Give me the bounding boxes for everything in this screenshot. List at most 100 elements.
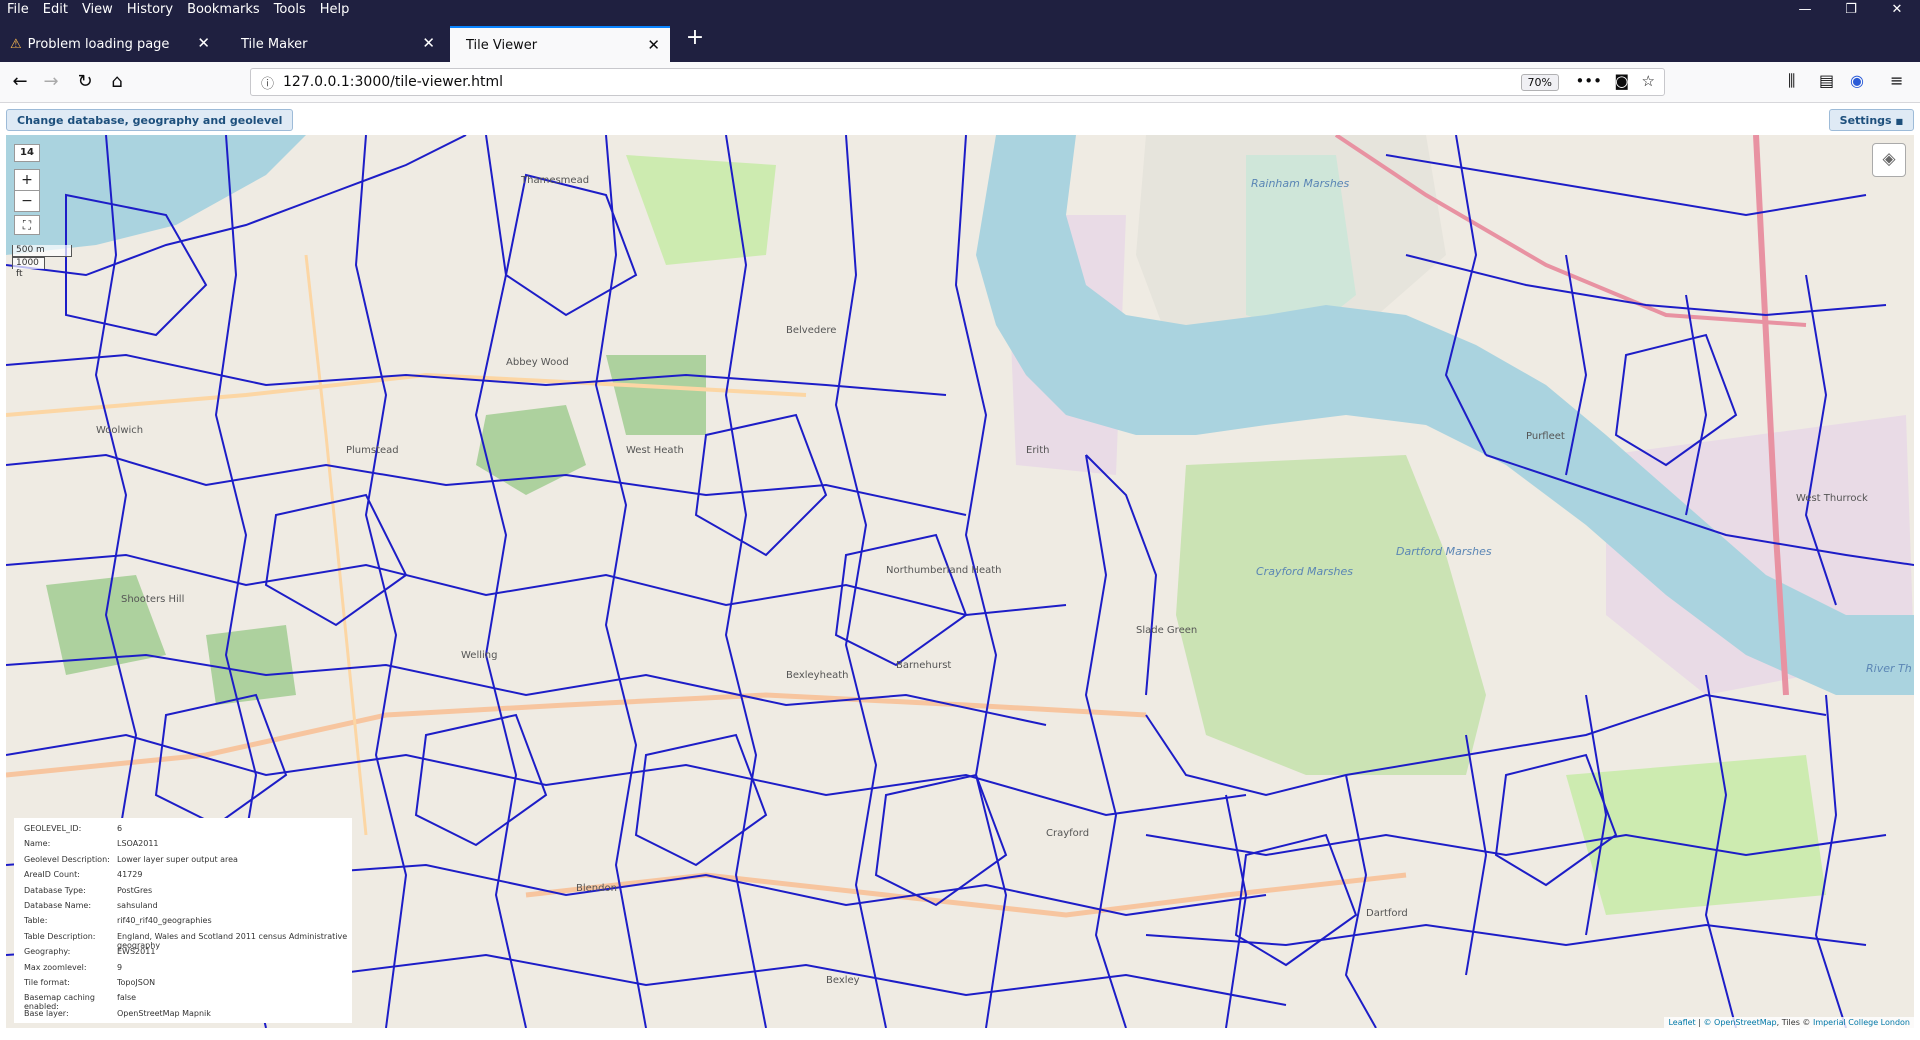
close-icon[interactable]: ✕ — [647, 36, 660, 54]
info-value: 6 — [117, 824, 123, 833]
info-value: Lower layer super output area — [117, 854, 238, 864]
page-actions-icon[interactable]: ••• — [1575, 72, 1602, 90]
menu-view[interactable]: View — [75, 0, 120, 20]
info-value: rif40_rif40_geographies — [117, 916, 212, 926]
tab-title: Tile Viewer — [466, 37, 538, 53]
info-row: Name: LSOA2011 — [14, 839, 352, 854]
water-label: Rainham Marshes — [1251, 177, 1350, 190]
menu-icon[interactable]: ≡ — [1890, 71, 1903, 90]
info-key: GEOLEVEL_ID: — [24, 824, 82, 833]
info-key: Database Type: — [24, 885, 86, 895]
navigation-bar: ← → ↻ ⌂ ⓘ 127.0.0.1:3000/tile-viewer.htm… — [0, 62, 1920, 103]
minimize-button[interactable]: — — [1782, 0, 1828, 20]
place-label: Welling — [461, 650, 498, 661]
place-label: Belvedere — [786, 325, 837, 336]
park-area-3 — [206, 625, 296, 705]
info-key: Base layer: — [24, 1008, 69, 1018]
menu-help[interactable]: Help — [313, 0, 357, 20]
tab-tile-maker[interactable]: Tile Maker ✕ — [225, 26, 445, 62]
zoom-indicator[interactable]: 70% — [1520, 74, 1559, 91]
reload-icon[interactable]: ↻ — [73, 70, 97, 94]
zoom-out-button[interactable]: − — [14, 190, 40, 212]
close-icon[interactable]: ✕ — [197, 34, 210, 52]
tab-problem-loading[interactable]: ⚠ Problem loading page ✕ — [0, 26, 220, 62]
place-label: Plumstead — [346, 445, 399, 456]
osm-link[interactable]: © OpenStreetMap — [1703, 1018, 1776, 1027]
app-toolbar: Change database, geography and geolevel … — [0, 103, 1920, 135]
info-row: Basemap caching enabled: false — [14, 993, 352, 1011]
tab-title: Problem loading page — [27, 36, 170, 52]
place-label: Woolwich — [96, 425, 144, 436]
scale-imperial: 1000 ft — [12, 257, 45, 279]
info-value: sahsuland — [117, 900, 158, 910]
info-value: TopoJSON — [117, 977, 156, 987]
info-row: Database Type: PostGres — [14, 886, 352, 901]
zoom-in-button[interactable]: + — [14, 169, 40, 191]
place-label: Erith — [1026, 445, 1050, 456]
forward-arrow-icon[interactable]: → — [39, 70, 63, 94]
info-row: AreaID Count: 41729 — [14, 870, 352, 885]
info-row: Max zoomlevel: 9 — [14, 963, 352, 978]
close-icon[interactable]: ✕ — [422, 34, 435, 52]
url-bar[interactable]: ⓘ 127.0.0.1:3000/tile-viewer.html 70% ••… — [250, 68, 1665, 96]
info-value: LSOA2011 — [117, 839, 159, 849]
place-label: Crayford — [1046, 828, 1090, 839]
pocket-icon[interactable]: ◙ — [1614, 72, 1629, 90]
info-key: Database Name: — [24, 900, 92, 910]
change-database-button[interactable]: Change database, geography and geolevel — [6, 109, 294, 131]
place-label: Blendon — [576, 883, 617, 894]
back-arrow-icon[interactable]: ← — [8, 70, 32, 94]
info-key: Geolevel Description: — [24, 854, 110, 864]
info-row: Table Description: England, Wales and Sco… — [14, 931, 352, 950]
restore-button[interactable]: ❐ — [1828, 0, 1874, 20]
tab-tile-viewer[interactable]: Tile Viewer ✕ — [450, 26, 670, 62]
info-key: Table: — [24, 916, 48, 926]
place-label: Barnehurst — [896, 660, 952, 671]
info-key: Tile format: — [24, 977, 70, 987]
info-row: Base layer: OpenStreetMap Mapnik — [14, 1009, 352, 1024]
leaflet-link[interactable]: Leaflet — [1668, 1018, 1695, 1027]
menu-bookmarks[interactable]: Bookmarks — [180, 0, 267, 20]
menu-history[interactable]: History — [120, 0, 180, 20]
water-label: Dartford Marshes — [1396, 545, 1492, 558]
bookmark-star-icon[interactable]: ☆ — [1642, 72, 1655, 90]
info-key: AreaID Count: — [24, 870, 80, 880]
info-value: 41729 — [117, 870, 143, 880]
window-controls: — ❐ ✕ — [1782, 0, 1920, 20]
home-icon[interactable]: ⌂ — [105, 70, 129, 94]
info-value: EWS2011 — [117, 947, 156, 957]
info-value: PostGres — [117, 885, 153, 895]
settings-button[interactable]: Settings ■ — [1828, 109, 1914, 131]
new-tab-button[interactable]: + — [680, 25, 710, 50]
tab-title: Tile Maker — [241, 36, 308, 52]
settings-label: Settings — [1839, 114, 1892, 127]
map-container[interactable]: Woolwich Plumstead Abbey Wood Thamesmead… — [6, 135, 1914, 1028]
menu-file[interactable]: File — [0, 0, 36, 20]
menubar: File Edit View History Bookmarks Tools H… — [0, 0, 1920, 20]
place-label: Abbey Wood — [506, 357, 569, 368]
menu-edit[interactable]: Edit — [36, 0, 75, 20]
warning-icon: ⚠ — [10, 36, 22, 52]
close-window-button[interactable]: ✕ — [1874, 0, 1920, 20]
url-text[interactable]: 127.0.0.1:3000/tile-viewer.html — [283, 74, 503, 90]
sidebar-icon[interactable]: ▤ — [1819, 71, 1834, 90]
menu-tools[interactable]: Tools — [267, 0, 313, 20]
water-label: River Th — [1866, 662, 1912, 675]
library-icon[interactable]: ⫼ — [1788, 71, 1795, 91]
info-icon[interactable]: ⓘ — [261, 73, 274, 92]
extension-icon[interactable]: ◉ — [1850, 71, 1864, 90]
icl-link[interactable]: Imperial College London — [1813, 1018, 1910, 1027]
info-row: Geography: EWS2011 — [14, 947, 352, 962]
place-label: Bexley — [826, 975, 860, 986]
layers-icon[interactable]: ◈ — [1872, 143, 1906, 177]
info-key: Table Description: — [24, 931, 96, 941]
info-value: England, Wales and Scotland 2011 census … — [117, 931, 348, 950]
water-label: Crayford Marshes — [1256, 565, 1354, 578]
settings-dot-icon: ■ — [1895, 117, 1903, 126]
place-label: Thamesmead — [521, 175, 590, 186]
place-label: Dartford — [1366, 908, 1408, 919]
info-key: Max zoomlevel: — [24, 962, 87, 972]
fullscreen-icon[interactable]: ⛶ — [14, 215, 40, 235]
info-panel: GEOLEVEL_ID: 6 Name: LSOA2011 Geolevel Des… — [14, 818, 352, 1023]
map-attribution: Leaflet | © OpenStreetMap, Tiles © Imper… — [1664, 1017, 1914, 1028]
